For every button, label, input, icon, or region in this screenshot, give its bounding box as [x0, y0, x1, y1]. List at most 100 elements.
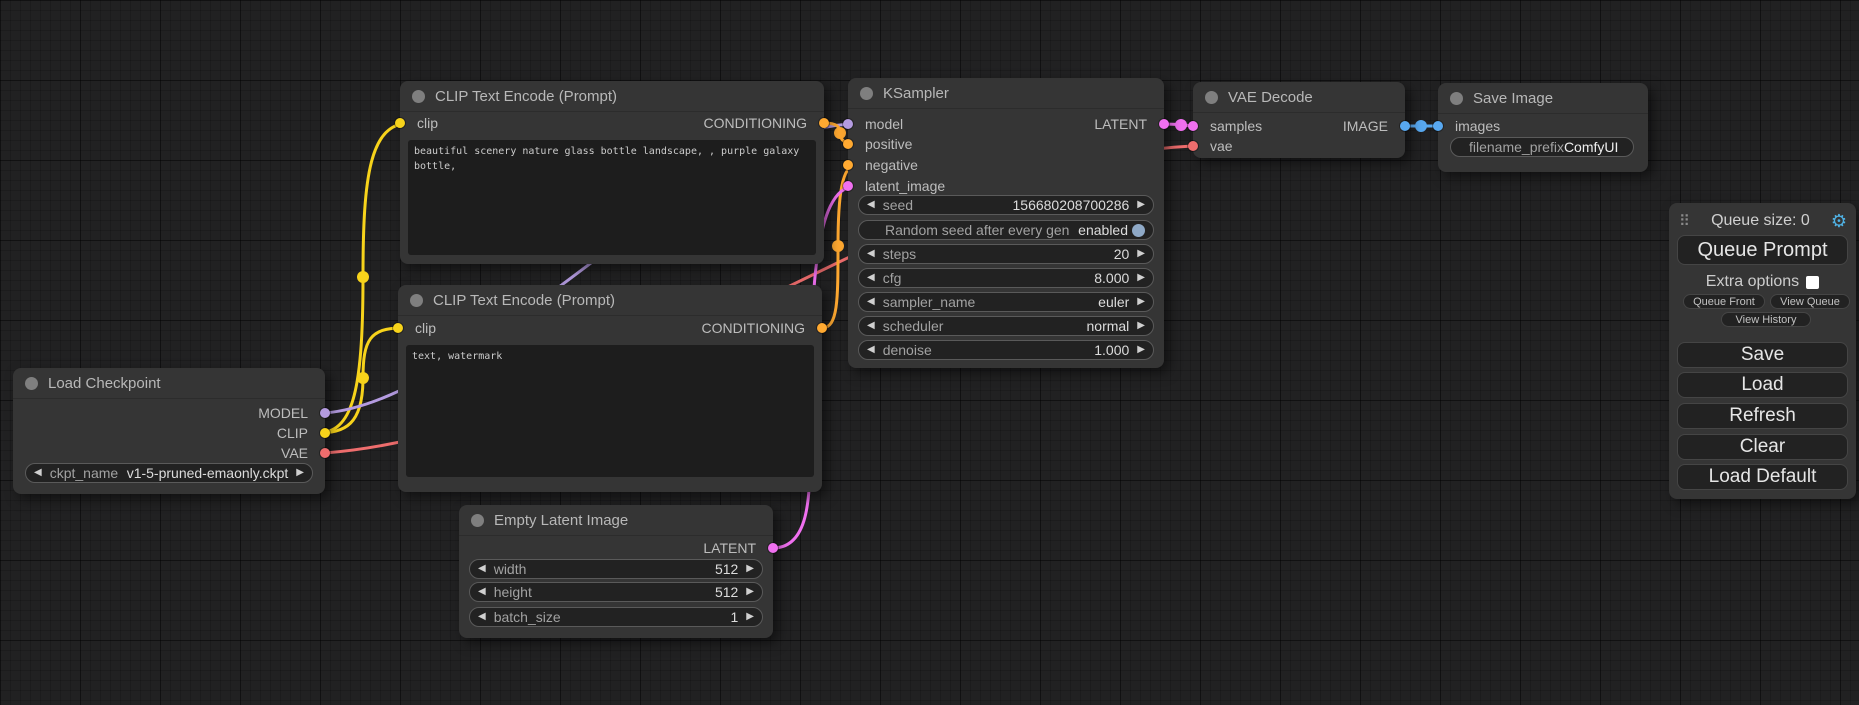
queue-front-button[interactable]: Queue Front [1683, 294, 1765, 309]
steps-widget[interactable]: ◀ steps 20 ▶ [858, 244, 1154, 264]
collapse-dot-icon[interactable] [412, 90, 425, 103]
collapse-dot-icon[interactable] [471, 514, 484, 527]
filename-prefix-widget[interactable]: filename_prefix ComfyUI [1450, 137, 1634, 157]
output-latent: LATENT [703, 539, 773, 557]
latent-image-input-port[interactable] [843, 181, 853, 191]
node-clip-text-encode-negative[interactable]: CLIP Text Encode (Prompt) clip CONDITION… [398, 285, 822, 492]
output-image: IMAGE [1343, 117, 1405, 135]
conditioning-output-port[interactable] [819, 118, 829, 128]
decrement-arrow-icon[interactable]: ◀ [867, 297, 875, 307]
node-title: CLIP Text Encode (Prompt) [435, 88, 617, 105]
image-output-port[interactable] [1400, 121, 1410, 131]
latent-output-port[interactable] [1159, 119, 1169, 129]
samples-input-port[interactable] [1188, 121, 1198, 131]
collapse-dot-icon[interactable] [25, 377, 38, 390]
extra-options-label: Extra options [1706, 273, 1799, 291]
node-title-bar[interactable]: CLIP Text Encode (Prompt) [400, 81, 824, 112]
ckpt-name-widget[interactable]: ◀ ckpt_name v1-5-pruned-emaonly.ckpt ▶ [25, 463, 313, 483]
node-vae-decode[interactable]: VAE Decode samples vae IMAGE [1193, 82, 1405, 158]
decrement-arrow-icon[interactable]: ◀ [867, 200, 875, 210]
decrement-arrow-icon[interactable]: ◀ [867, 249, 875, 259]
increment-arrow-icon[interactable]: ▶ [296, 468, 304, 478]
decrement-arrow-icon[interactable]: ◀ [478, 612, 486, 622]
node-title-bar[interactable]: Save Image [1438, 83, 1648, 114]
node-ksampler[interactable]: KSampler model positive negative latent_… [848, 78, 1164, 368]
decrement-arrow-icon[interactable]: ◀ [867, 321, 875, 331]
scheduler-widget[interactable]: ◀ scheduler normal ▶ [858, 316, 1154, 336]
clip-input-port[interactable] [395, 118, 405, 128]
input-latent-image: latent_image [848, 177, 945, 195]
node-title-bar[interactable]: VAE Decode [1193, 82, 1405, 113]
height-widget[interactable]: ◀ height 512 ▶ [469, 582, 763, 602]
node-save-image[interactable]: Save Image images filename_prefix ComfyU… [1438, 83, 1648, 172]
model-output-port[interactable] [320, 408, 330, 418]
view-queue-button[interactable]: View Queue [1770, 294, 1850, 309]
increment-arrow-icon[interactable]: ▶ [746, 587, 754, 597]
positive-prompt-textarea[interactable]: beautiful scenery nature glass bottle la… [408, 140, 816, 255]
increment-arrow-icon[interactable]: ▶ [1137, 297, 1145, 307]
clip-output-port[interactable] [320, 428, 330, 438]
increment-arrow-icon[interactable]: ▶ [746, 564, 754, 574]
increment-arrow-icon[interactable]: ▶ [1137, 249, 1145, 259]
decrement-arrow-icon[interactable]: ◀ [478, 564, 486, 574]
decrement-arrow-icon[interactable]: ◀ [867, 345, 875, 355]
negative-prompt-textarea[interactable]: text, watermark [406, 345, 814, 477]
comfyui-canvas[interactable]: { "colors": { "model": "#b49be0", "clip"… [0, 0, 1859, 705]
save-button[interactable]: Save [1677, 342, 1848, 368]
toggle-dot-icon[interactable] [1132, 224, 1145, 237]
model-input-port[interactable] [843, 119, 853, 129]
node-title-bar[interactable]: Empty Latent Image [459, 505, 773, 536]
vae-output-port[interactable] [320, 448, 330, 458]
random-seed-toggle-widget[interactable]: Random seed after every gen enabled [858, 220, 1154, 240]
increment-arrow-icon[interactable]: ▶ [1137, 345, 1145, 355]
sampler-name-widget[interactable]: ◀ sampler_name euler ▶ [858, 292, 1154, 312]
decrement-arrow-icon[interactable]: ◀ [478, 587, 486, 597]
load-button[interactable]: Load [1677, 372, 1848, 398]
input-images: images [1438, 117, 1500, 135]
images-input-port[interactable] [1433, 121, 1443, 131]
node-title: Load Checkpoint [48, 375, 161, 392]
cfg-widget[interactable]: ◀ cfg 8.000 ▶ [858, 268, 1154, 288]
view-history-button[interactable]: View History [1721, 312, 1811, 327]
collapse-dot-icon[interactable] [410, 294, 423, 307]
batch-size-widget[interactable]: ◀ batch_size 1 ▶ [469, 607, 763, 627]
decrement-arrow-icon[interactable]: ◀ [867, 273, 875, 283]
seed-widget[interactable]: ◀ seed 156680208700286 ▶ [858, 195, 1154, 215]
clear-button[interactable]: Clear [1677, 434, 1848, 460]
node-title-bar[interactable]: KSampler [848, 78, 1164, 109]
denoise-widget[interactable]: ◀ denoise 1.000 ▶ [858, 340, 1154, 360]
clip-input-port[interactable] [393, 323, 403, 333]
increment-arrow-icon[interactable]: ▶ [1137, 321, 1145, 331]
node-clip-text-encode-positive[interactable]: CLIP Text Encode (Prompt) clip CONDITION… [400, 81, 824, 264]
node-load-checkpoint[interactable]: Load Checkpoint MODEL CLIP VAE ◀ ckpt_na… [13, 368, 325, 494]
refresh-button[interactable]: Refresh [1677, 403, 1848, 429]
queue-panel-header: ⠿ Queue size: 0 ⚙ [1669, 211, 1856, 231]
extra-options-row: Extra options [1669, 273, 1856, 291]
wire-dot [357, 372, 369, 384]
increment-arrow-icon[interactable]: ▶ [746, 612, 754, 622]
load-default-button[interactable]: Load Default [1677, 464, 1848, 490]
negative-input-port[interactable] [843, 160, 853, 170]
node-title-bar[interactable]: CLIP Text Encode (Prompt) [398, 285, 822, 316]
collapse-dot-icon[interactable] [860, 87, 873, 100]
queue-prompt-button[interactable]: Queue Prompt [1677, 235, 1848, 265]
wire-dot [832, 240, 844, 252]
increment-arrow-icon[interactable]: ▶ [1137, 200, 1145, 210]
drag-handle-icon[interactable]: ⠿ [1679, 212, 1690, 230]
wire-dot [1415, 120, 1427, 132]
collapse-dot-icon[interactable] [1205, 91, 1218, 104]
decrement-arrow-icon[interactable]: ◀ [34, 468, 42, 478]
node-title-bar[interactable]: Load Checkpoint [13, 368, 325, 399]
conditioning-output-port[interactable] [817, 323, 827, 333]
increment-arrow-icon[interactable]: ▶ [1137, 273, 1145, 283]
gear-icon[interactable]: ⚙ [1831, 211, 1847, 232]
queue-panel[interactable]: ⠿ Queue size: 0 ⚙ Queue Prompt Extra opt… [1669, 203, 1856, 499]
positive-input-port[interactable] [843, 139, 853, 149]
node-empty-latent-image[interactable]: Empty Latent Image LATENT ◀ width 512 ▶ … [459, 505, 773, 638]
latent-output-port[interactable] [768, 543, 778, 553]
collapse-dot-icon[interactable] [1450, 92, 1463, 105]
vae-input-port[interactable] [1188, 141, 1198, 151]
extra-options-checkbox[interactable] [1806, 276, 1819, 289]
width-widget[interactable]: ◀ width 512 ▶ [469, 559, 763, 579]
node-title: Save Image [1473, 90, 1553, 107]
